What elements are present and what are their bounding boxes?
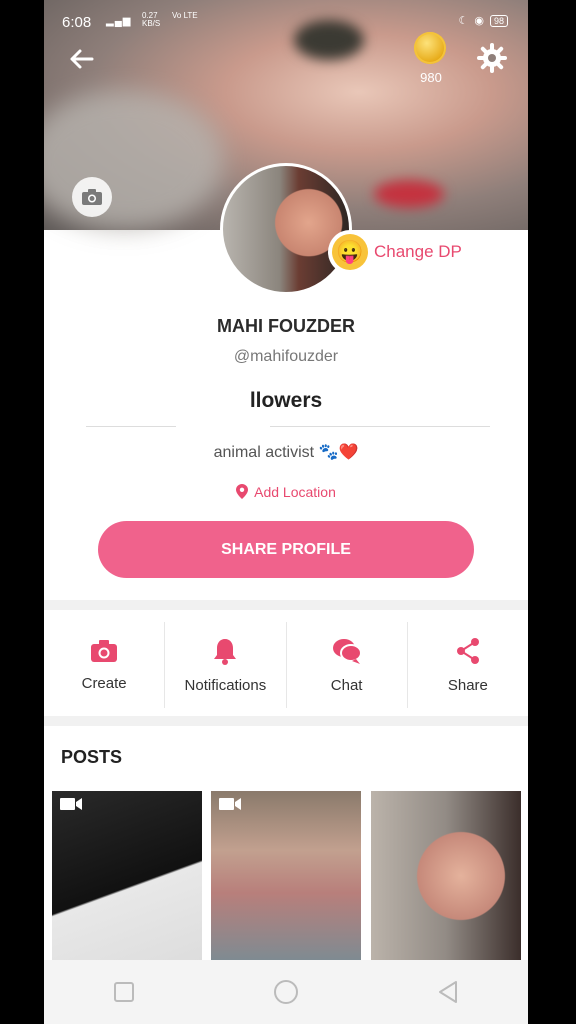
camera-icon — [82, 189, 102, 205]
post-thumbnail[interactable] — [211, 791, 361, 961]
profile-handle: @mahifouzder — [233, 348, 339, 365]
gear-icon[interactable] — [476, 42, 508, 74]
camera-icon — [91, 639, 118, 662]
back-arrow-icon[interactable] — [66, 44, 96, 74]
profile-bio: animal activist 🐾❤️ — [213, 444, 359, 461]
emoji-icon: 😛 — [332, 234, 368, 270]
network-speed: 0.27 KB/S — [142, 11, 161, 28]
section-divider — [44, 600, 528, 610]
create-label: Create — [81, 674, 127, 692]
divider — [86, 426, 176, 427]
change-cover-button[interactable] — [72, 177, 112, 217]
signal-icon: ▂▄▆ — [106, 16, 132, 27]
add-location-label: Add Location — [254, 484, 336, 500]
volte-indicator: Vo LTE — [172, 11, 198, 20]
profile-screen: 6:08 ▂▄▆ 0.27 KB/S Vo LTE ☾ ◉ 98 980 😛 C… — [44, 0, 528, 1024]
cover-blur-shape — [374, 180, 444, 208]
back-icon[interactable] — [437, 980, 459, 1004]
followers-label[interactable]: llowers — [44, 389, 528, 413]
post-thumbnail[interactable] — [371, 791, 521, 961]
share-label: Share — [447, 676, 488, 694]
status-bar: 6:08 ▂▄▆ 0.27 KB/S Vo LTE ☾ ◉ 98 — [44, 8, 528, 31]
status-right: ☾ ◉ 98 — [458, 14, 508, 27]
cover-blur-shape — [44, 90, 224, 230]
chat-button[interactable]: Chat — [287, 622, 408, 708]
share-icon — [456, 637, 479, 664]
divider — [270, 426, 490, 427]
location-pin-icon — [236, 484, 249, 499]
video-icon — [219, 798, 241, 810]
notifications-button[interactable]: Notifications — [165, 622, 287, 708]
moon-icon: ☾ — [458, 15, 469, 27]
post-thumbnail[interactable] — [52, 791, 202, 961]
add-location-link[interactable]: Add Location — [44, 484, 528, 500]
chat-label: Chat — [330, 676, 363, 694]
profile-name: MAHI FOUZDER — [217, 316, 355, 336]
section-divider — [44, 716, 528, 726]
create-button[interactable]: Create — [44, 622, 166, 708]
action-bar: Create Notifications Chat Share — [44, 616, 528, 714]
notifications-label: Notifications — [184, 676, 267, 694]
recent-apps-icon[interactable] — [113, 981, 135, 1003]
avatar[interactable] — [220, 163, 352, 295]
battery-icon: 98 — [489, 14, 508, 27]
change-dp-label: Change DP — [374, 242, 462, 261]
change-dp-button[interactable]: 😛 Change DP — [328, 230, 476, 274]
video-icon — [60, 798, 82, 810]
home-icon[interactable] — [272, 978, 300, 1006]
bell-icon — [214, 638, 237, 665]
share-button[interactable]: Share — [408, 622, 528, 708]
status-time: 6:08 — [62, 14, 92, 31]
coin-icon[interactable] — [414, 32, 446, 64]
chat-icon — [332, 638, 362, 664]
posts-title: POSTS — [61, 747, 123, 767]
system-nav-bar — [44, 960, 528, 1024]
share-profile-button[interactable]: SHARE PROFILE — [98, 521, 474, 578]
alarm-icon: ◉ — [474, 15, 484, 27]
coin-count: 980 — [420, 70, 442, 85]
